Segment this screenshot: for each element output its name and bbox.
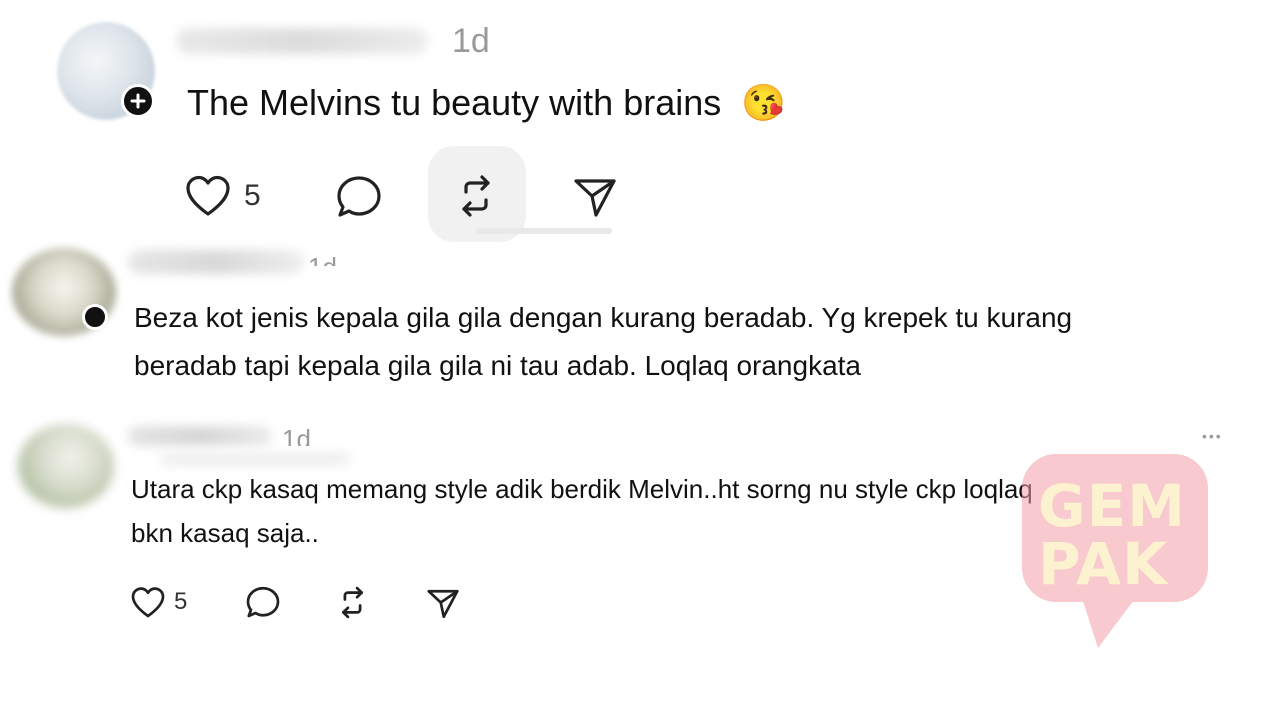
timestamp: 1d [308, 252, 337, 266]
gempak-watermark: GEM PAK [1020, 452, 1210, 652]
heart-icon [186, 175, 230, 216]
comment-line-2: beradab tapi kepala gila gila ni tau ada… [134, 350, 862, 381]
watermark-line-2: PAK [1038, 530, 1169, 598]
repost-icon [462, 175, 490, 217]
repost-button[interactable] [333, 584, 371, 620]
comment-icon [337, 176, 381, 217]
like-button[interactable]: 5 [130, 584, 200, 620]
comment-text-body: The Melvins tu beauty with brains [187, 82, 722, 123]
like-button[interactable]: 5 [184, 170, 274, 222]
share-button[interactable] [424, 584, 462, 620]
subtitle-blurred [160, 452, 350, 466]
follow-plus-icon[interactable] [82, 304, 108, 330]
watermark-line-1: GEM [1038, 472, 1186, 540]
comment-line-1: Utara ckp kasaq memang style adik berdik… [131, 474, 1033, 504]
repost-icon [341, 586, 363, 618]
comment-button[interactable] [244, 584, 282, 620]
comment-text: The Melvins tu beauty with brains 😘 [187, 82, 786, 124]
share-icon [574, 179, 616, 217]
follow-plus-icon[interactable] [121, 84, 155, 118]
comment-icon [246, 586, 280, 617]
more-options-icon[interactable]: ••• [1202, 428, 1223, 444]
share-button[interactable] [569, 170, 621, 222]
comment-button[interactable] [333, 171, 385, 223]
comment-line-1: Beza kot jenis kepala gila gila dengan k… [134, 302, 1073, 333]
avatar[interactable] [18, 424, 114, 508]
username-blurred[interactable] [128, 250, 304, 274]
repost-button[interactable] [450, 170, 502, 222]
timestamp: 1d [282, 424, 311, 446]
comment-line-2: bkn kasaq saja.. [131, 518, 319, 548]
heart-icon [131, 586, 165, 617]
like-count: 5 [174, 588, 188, 615]
kiss-emoji: 😘 [741, 82, 787, 123]
repost-hover-underline [476, 228, 612, 234]
watermark-shape [1022, 454, 1208, 648]
username-blurred[interactable] [128, 426, 272, 446]
like-count: 5 [244, 179, 261, 212]
timestamp: 1d [452, 22, 490, 60]
share-icon [427, 589, 459, 618]
username-blurred[interactable] [176, 28, 428, 54]
